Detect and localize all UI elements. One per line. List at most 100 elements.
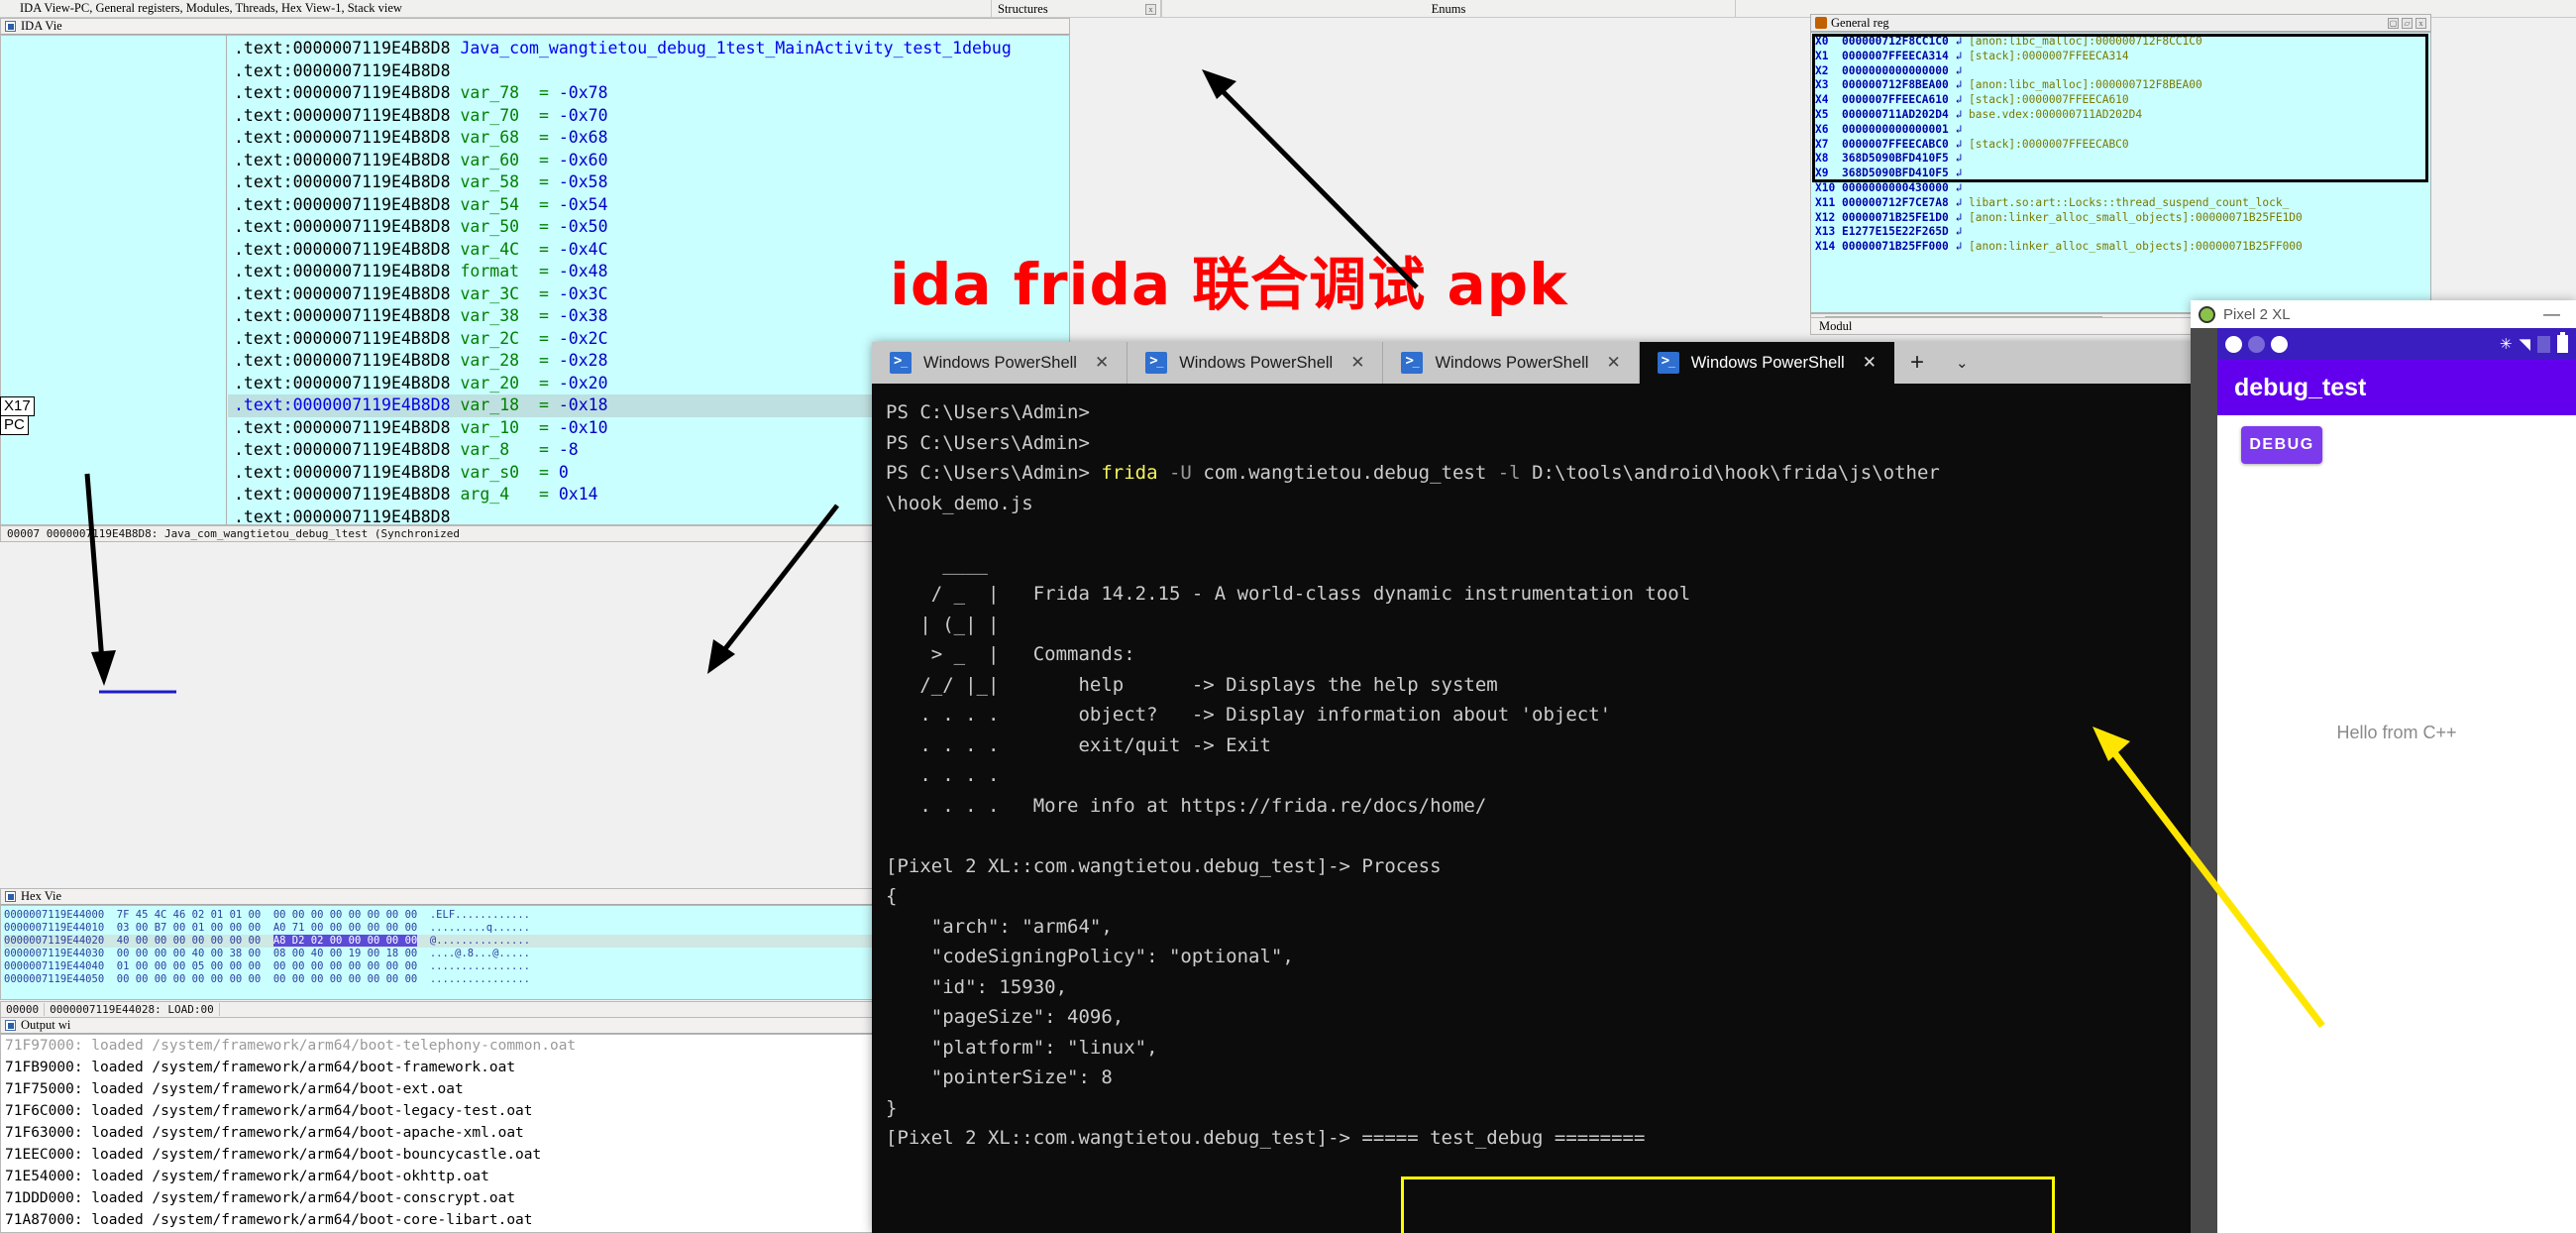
close-icon[interactable]: ✕: [1863, 353, 1877, 373]
register-row[interactable]: X12 00000071B25FE1D0 ↲ [anon:linker_allo…: [1815, 211, 2430, 226]
disassembly-line[interactable]: .text:0000007119E4B8D8 var_68 = -0x68: [228, 127, 1069, 150]
hex-row[interactable]: 0000007119E44010 03 00 B7 00 01 00 00 00…: [4, 922, 873, 935]
hex-status-left: 00000: [1, 1003, 46, 1016]
android-icon: [2199, 305, 2215, 323]
powershell-icon: [1657, 352, 1679, 374]
battery-icon: [2557, 332, 2568, 353]
powershell-icon: [1145, 352, 1168, 374]
disassembly-line[interactable]: .text:0000007119E4B8D8: [228, 60, 1069, 83]
register-row[interactable]: X13 E1277E15E22F265D ↲: [1815, 225, 2430, 240]
hex-row[interactable]: 0000007119E44030 00 00 00 00 40 00 38 00…: [4, 948, 873, 960]
pin-icon[interactable]: ▱: [2402, 17, 2413, 29]
status-dot-icon: [2271, 335, 2288, 353]
emulator-screen[interactable]: ✳ ◥ debug_test DEBUG Hello from C++: [2217, 328, 2576, 1233]
disassembly-line[interactable]: .text:0000007119E4B8D8 var_60 = -0x60: [228, 150, 1069, 172]
general-registers-window[interactable]: General reg ▢ ▱ x X0 000000712F8CC1C0 ↲ …: [1810, 14, 2431, 331]
ida-view-tab-header[interactable]: IDA Vie: [0, 18, 1070, 35]
close-icon[interactable]: ✕: [1095, 353, 1109, 373]
android-emulator-window[interactable]: Pixel 2 XL — ✳ ◥ debug_test DEBUG Hello …: [2191, 300, 2576, 1233]
register-row[interactable]: X10 0000000000430000 ↲: [1815, 181, 2430, 196]
ida-graph-gutter: [1, 36, 227, 524]
hex-row[interactable]: 0000007119E44020 40 00 00 00 00 00 00 00…: [4, 935, 873, 949]
close-icon[interactable]: ✕: [1350, 353, 1364, 373]
chevron-down-icon[interactable]: ⌄: [1940, 342, 1985, 384]
signal-icon: [2537, 335, 2550, 353]
register-row[interactable]: X8 368D5090BFD410F5 ↲: [1815, 152, 2430, 167]
terminal-tab[interactable]: Windows PowerShell ✕: [1127, 342, 1384, 384]
restore-icon[interactable]: ▢: [2388, 17, 2399, 29]
register-tag-pc: PC: [0, 415, 29, 435]
debug-button[interactable]: DEBUG: [2241, 426, 2322, 464]
terminal-tab[interactable]: Windows PowerShell ✕: [1383, 342, 1640, 384]
output-line: 71E54000: loaded /system/framework/arm64…: [5, 1169, 489, 1184]
general-registers-titlebar[interactable]: General reg ▢ ▱ x: [1810, 14, 2431, 32]
annotation-title: ida frida 联合调试 apk: [890, 251, 1568, 318]
bluetooth-icon: ✳: [2499, 335, 2513, 353]
output-line: 71F6C000: loaded /system/framework/arm64…: [5, 1103, 533, 1119]
terminal-tab[interactable]: Windows PowerShell ✕: [1639, 342, 1894, 384]
register-row[interactable]: X9 368D5090BFD410F5 ↲: [1815, 167, 2430, 181]
emulator-title-label: Pixel 2 XL: [2223, 305, 2291, 323]
register-row[interactable]: X3 000000712F8BEA00 ↲ [anon:libc_malloc]…: [1815, 78, 2430, 93]
register-row[interactable]: X0 000000712F8CC1C0 ↲ [anon:libc_malloc]…: [1815, 35, 2430, 50]
register-row[interactable]: X2 0000000000000000 ↲: [1815, 64, 2430, 79]
emulator-side-rail: [2191, 328, 2217, 1233]
hex-row[interactable]: 0000007119E44000 7F 45 4C 46 02 01 01 00…: [4, 909, 873, 922]
ida-main-tab-label[interactable]: IDA View-PC, General registers, Modules,…: [0, 1, 402, 16]
debugger-icon: [1815, 17, 1827, 29]
output-line: 71F97000: loaded /system/framework/arm64…: [5, 1038, 577, 1054]
register-tag-x17: X17: [0, 396, 35, 416]
enums-tab[interactable]: Enums: [1161, 0, 1736, 18]
general-registers-list[interactable]: X0 000000712F8CC1C0 ↲ [anon:libc_malloc]…: [1810, 32, 2431, 313]
wifi-icon: ◥: [2519, 335, 2530, 353]
disassembly-line[interactable]: .text:0000007119E4B8D8 Java_com_wangtiet…: [228, 38, 1069, 60]
minimize-icon[interactable]: —: [2543, 304, 2560, 324]
output-window-tab-header[interactable]: Output wi: [0, 1017, 874, 1034]
hex-row[interactable]: 0000007119E44040 01 00 00 00 05 00 00 00…: [4, 960, 873, 973]
close-icon[interactable]: x: [1145, 3, 1156, 15]
output-line: 71DDD000: loaded /system/framework/arm64…: [5, 1190, 516, 1206]
terminal-tab-label: Windows PowerShell: [923, 353, 1077, 372]
new-tab-button[interactable]: +: [1894, 342, 1940, 384]
general-registers-window-buttons: ▢ ▱ x: [2388, 17, 2430, 29]
disassembly-line[interactable]: .text:0000007119E4B8D8 var_50 = -0x50: [228, 216, 1069, 239]
hex-view-tab-header[interactable]: Hex Vie: [0, 888, 874, 905]
output-window-panel: Output wi 71F97000: loaded /system/frame…: [0, 1017, 874, 1233]
hex-dump[interactable]: 0000007119E44000 7F 45 4C 46 02 01 01 00…: [0, 905, 874, 1000]
output-line: 71F75000: loaded /system/framework/arm64…: [5, 1081, 464, 1097]
structures-tab[interactable]: Structures x: [991, 0, 1161, 18]
output-line: 71F63000: loaded /system/framework/arm64…: [5, 1125, 524, 1141]
output-line: 71A87000: loaded /system/framework/arm64…: [5, 1212, 533, 1228]
register-row[interactable]: X6 0000000000000001 ↲: [1815, 123, 2430, 138]
disassembly-line[interactable]: .text:0000007119E4B8D8 var_58 = -0x58: [228, 171, 1069, 194]
android-status-bar: ✳ ◥: [2217, 328, 2576, 360]
register-row[interactable]: X1 0000007FFEECA314 ↲ [stack]:0000007FFE…: [1815, 50, 2430, 64]
structures-tab-label: Structures: [998, 1, 1048, 16]
system-icons: ✳ ◥: [2499, 332, 2568, 353]
disassembly-line[interactable]: .text:0000007119E4B8D8 var_70 = -0x70: [228, 105, 1069, 128]
emulator-titlebar[interactable]: Pixel 2 XL —: [2191, 300, 2576, 328]
terminal-tab-label: Windows PowerShell: [1690, 353, 1845, 372]
modules-panel-label: Modul: [1819, 318, 1853, 333]
app-title-bar: debug_test: [2217, 360, 2576, 415]
register-row[interactable]: X14 00000071B25FF000 ↲ [anon:linker_allo…: [1815, 240, 2430, 255]
enums-tab-label: Enums: [1431, 1, 1466, 16]
register-row[interactable]: X7 0000007FFEECABC0 ↲ [stack]:0000007FFE…: [1815, 138, 2430, 153]
register-row[interactable]: X5 000000711AD202D4 ↲ base.vdex:00000071…: [1815, 108, 2430, 123]
hex-row[interactable]: 0000007119E44050 00 00 00 00 00 00 00 00…: [4, 973, 873, 986]
hex-view-status-bar: 00000 0000007119E44028: LOAD:00: [0, 1001, 874, 1018]
hex-view-icon: [5, 891, 16, 902]
register-row[interactable]: X11 000000712F7CE7A8 ↲ libart.so:art::Lo…: [1815, 196, 2430, 211]
register-row[interactable]: X4 0000007FFEECA610 ↲ [stack]:0000007FFE…: [1815, 93, 2430, 108]
disassembly-line[interactable]: .text:0000007119E4B8D8 var_54 = -0x54: [228, 194, 1069, 217]
screenshot-root: IDA View-PC, General registers, Modules,…: [0, 0, 2576, 1233]
close-icon[interactable]: ✕: [1606, 353, 1620, 373]
output-log[interactable]: 71F97000: loaded /system/framework/arm64…: [0, 1034, 874, 1233]
output-window-icon: [5, 1020, 16, 1031]
status-dot-icon: [2248, 335, 2265, 353]
hex-status-right: 0000007119E44028: LOAD:00: [45, 1003, 220, 1016]
disassembly-line[interactable]: .text:0000007119E4B8D8 var_78 = -0x78: [228, 82, 1069, 105]
close-icon[interactable]: x: [2415, 17, 2426, 29]
terminal-tab[interactable]: Windows PowerShell ✕: [872, 342, 1128, 384]
status-dot-icon: [2225, 335, 2242, 353]
